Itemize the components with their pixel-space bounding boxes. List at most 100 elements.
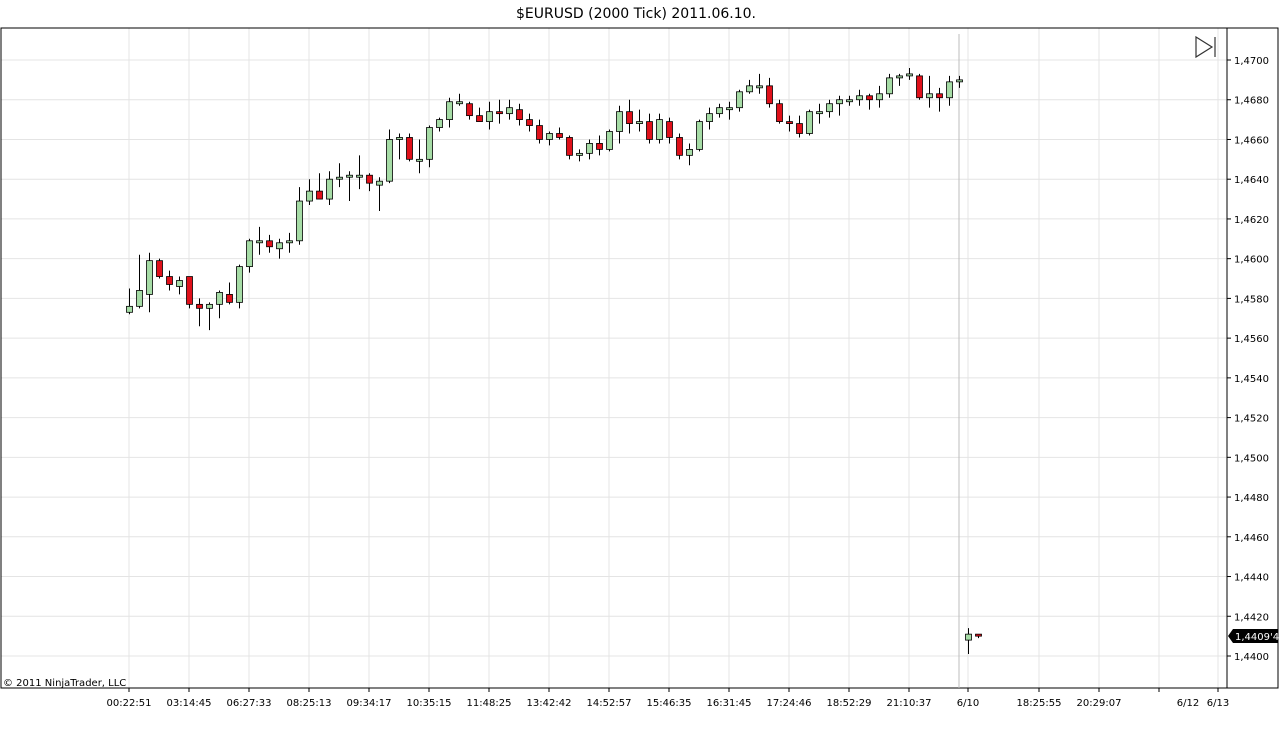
y-tick-label: 1,4520 bbox=[1234, 414, 1269, 425]
candle bbox=[646, 113, 653, 144]
plot-area-border bbox=[0, 27, 1228, 689]
candle-body-up bbox=[746, 85, 753, 93]
candle bbox=[346, 171, 353, 202]
candle-body-up bbox=[136, 290, 143, 307]
candle-body-down bbox=[536, 125, 543, 140]
candle-body-up bbox=[726, 107, 733, 111]
candle bbox=[746, 79, 753, 94]
y-tick-label: 1,4700 bbox=[1234, 56, 1269, 67]
last-price-tag: 1,4409'4 bbox=[1228, 629, 1279, 643]
candle bbox=[626, 99, 633, 134]
candle-body-up bbox=[846, 99, 853, 103]
candle bbox=[836, 95, 843, 116]
candle-body-up bbox=[906, 73, 913, 77]
candle bbox=[286, 232, 293, 253]
candle bbox=[306, 179, 313, 206]
candle-body-down bbox=[566, 137, 573, 156]
candle bbox=[506, 99, 513, 120]
candle-body-up bbox=[686, 148, 693, 156]
copyright-label: © 2011 NinjaTrader, LLC bbox=[3, 678, 126, 689]
candle bbox=[266, 234, 273, 253]
candle-body-up bbox=[886, 77, 893, 95]
candle bbox=[356, 155, 363, 190]
candle-body-up bbox=[826, 103, 833, 113]
candle bbox=[696, 119, 703, 152]
x-tick-label: 18:52:29 bbox=[827, 698, 872, 709]
y-tick-label: 1,4480 bbox=[1234, 493, 1269, 504]
candle bbox=[606, 129, 613, 152]
candle-body-up bbox=[965, 633, 972, 641]
x-tick-label: 15:46:35 bbox=[647, 698, 692, 709]
candle-body-up bbox=[376, 180, 383, 186]
candle bbox=[866, 93, 873, 110]
candle bbox=[476, 107, 483, 122]
candle bbox=[616, 105, 623, 144]
candle bbox=[186, 276, 193, 309]
candle bbox=[566, 135, 573, 160]
candle-body-down bbox=[526, 119, 533, 126]
y-tick-label: 1,4400 bbox=[1234, 652, 1269, 663]
candlestick-chart[interactable]: 1,4400 1,4420 1,4440 1,4460 1,4480 1,4500 1,45… bbox=[0, 0, 1280, 735]
candle bbox=[886, 73, 893, 98]
candle bbox=[676, 133, 683, 160]
candle bbox=[526, 113, 533, 132]
candle-body-up bbox=[586, 143, 593, 154]
x-axis-ticks: 00:22:51 03:14:45 06:27:33 08:25:13 09:34:17… bbox=[107, 688, 1229, 709]
x-tick-label: 6/10 bbox=[957, 698, 979, 709]
candle-body-up bbox=[606, 131, 613, 150]
y-axis-border bbox=[1226, 27, 1279, 689]
x-tick-label: 08:25:13 bbox=[287, 698, 332, 709]
candle-body-down bbox=[916, 75, 923, 99]
candle-body-down bbox=[226, 294, 233, 303]
candle-body-up bbox=[236, 266, 243, 303]
candle bbox=[906, 67, 913, 80]
candle-body-down bbox=[786, 121, 793, 124]
candle-body-up bbox=[456, 101, 463, 105]
candle-body-down bbox=[516, 109, 523, 120]
candle-body-up bbox=[716, 107, 723, 115]
candle bbox=[826, 99, 833, 118]
x-tick-label: 6/12 bbox=[1177, 698, 1199, 709]
candle bbox=[556, 127, 563, 140]
x-tick-label: 06:27:33 bbox=[227, 698, 272, 709]
chart-window: 1,4400 1,4420 1,4440 1,4460 1,4480 1,4500 1,45… bbox=[0, 0, 1280, 735]
y-tick-label: 1,4620 bbox=[1234, 215, 1269, 226]
candle bbox=[246, 238, 253, 273]
candle bbox=[466, 101, 473, 120]
y-tick-label: 1,4440 bbox=[1234, 573, 1269, 584]
candle-body-down bbox=[496, 111, 503, 115]
scroll-to-end-icon[interactable] bbox=[1195, 35, 1216, 59]
candle-body-up bbox=[246, 240, 253, 268]
candle-body-up bbox=[926, 93, 933, 99]
candle bbox=[366, 173, 373, 192]
candle-body-down bbox=[196, 303, 203, 309]
candle bbox=[336, 163, 343, 188]
candle-body-up bbox=[856, 95, 863, 101]
candle-body-down bbox=[646, 121, 653, 140]
candle bbox=[156, 258, 163, 279]
candle-body-up bbox=[336, 176, 343, 180]
candle bbox=[236, 264, 243, 309]
x-tick-label: 21:10:37 bbox=[887, 698, 932, 709]
candle-body-up bbox=[836, 99, 843, 105]
candle bbox=[846, 95, 853, 106]
candle bbox=[546, 131, 553, 146]
candle bbox=[436, 117, 443, 132]
candle bbox=[536, 119, 543, 144]
candle bbox=[956, 75, 963, 88]
candle-body-down bbox=[266, 240, 273, 248]
y-tick-label: 1,4560 bbox=[1234, 334, 1269, 345]
candle bbox=[276, 238, 283, 259]
candle-body-up bbox=[256, 240, 263, 244]
candles bbox=[126, 67, 982, 655]
candle bbox=[316, 173, 323, 200]
candle-body-up bbox=[706, 113, 713, 122]
candle bbox=[636, 109, 643, 132]
candle bbox=[426, 125, 433, 168]
chart-title: $EURUSD (2000 Tick) 2011.06.10. bbox=[516, 6, 756, 22]
candle-body-up bbox=[346, 174, 353, 178]
candle-body-up bbox=[636, 121, 643, 124]
candle bbox=[756, 73, 763, 94]
candle bbox=[806, 109, 813, 136]
candle bbox=[586, 139, 593, 160]
